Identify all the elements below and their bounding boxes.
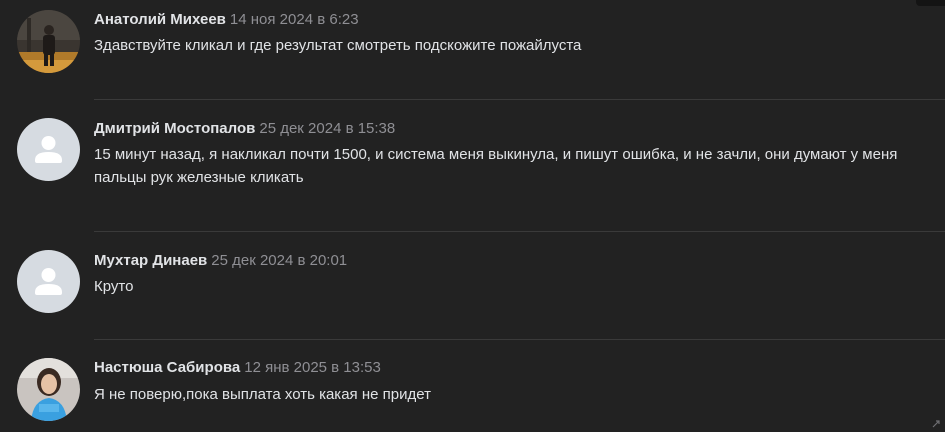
comment-date[interactable]: 25 дек 2024 в 20:01 [211,252,347,269]
avatar[interactable] [17,250,80,313]
default-user-icon [17,118,80,181]
comment-date[interactable]: 14 ноя 2024 в 6:23 [230,11,359,28]
comment-divider [94,99,945,100]
comment-text: 15 минут назад, я накликал почти 1500, и… [94,146,898,186]
comment-text: Круто [94,278,134,295]
default-user-icon [17,250,80,313]
comment-date[interactable]: 25 дек 2024 в 15:38 [259,120,395,137]
avatar[interactable] [17,10,80,73]
comment-divider [94,231,945,232]
user-photo-icon [17,10,80,73]
comment-text: Здавствуйте кликал и где результат смотр… [94,37,582,54]
avatar[interactable] [17,358,80,421]
expand-icon [932,420,940,428]
comment-author[interactable]: Настюша Сабирова [94,359,240,376]
user-photo-icon [17,358,80,421]
comment-date[interactable]: 12 янв 2025 в 13:53 [244,359,381,376]
comment-author[interactable]: Мухтар Динаев [94,252,207,269]
comment-author[interactable]: Анатолий Михеев [94,11,226,28]
avatar[interactable] [17,118,80,181]
top-right-corner-panel [916,0,945,6]
comment-text: Я не поверю,пока выплата хоть какая не п… [94,386,431,403]
comment-author[interactable]: Дмитрий Мостопалов [94,120,255,137]
comment-divider [94,339,945,340]
